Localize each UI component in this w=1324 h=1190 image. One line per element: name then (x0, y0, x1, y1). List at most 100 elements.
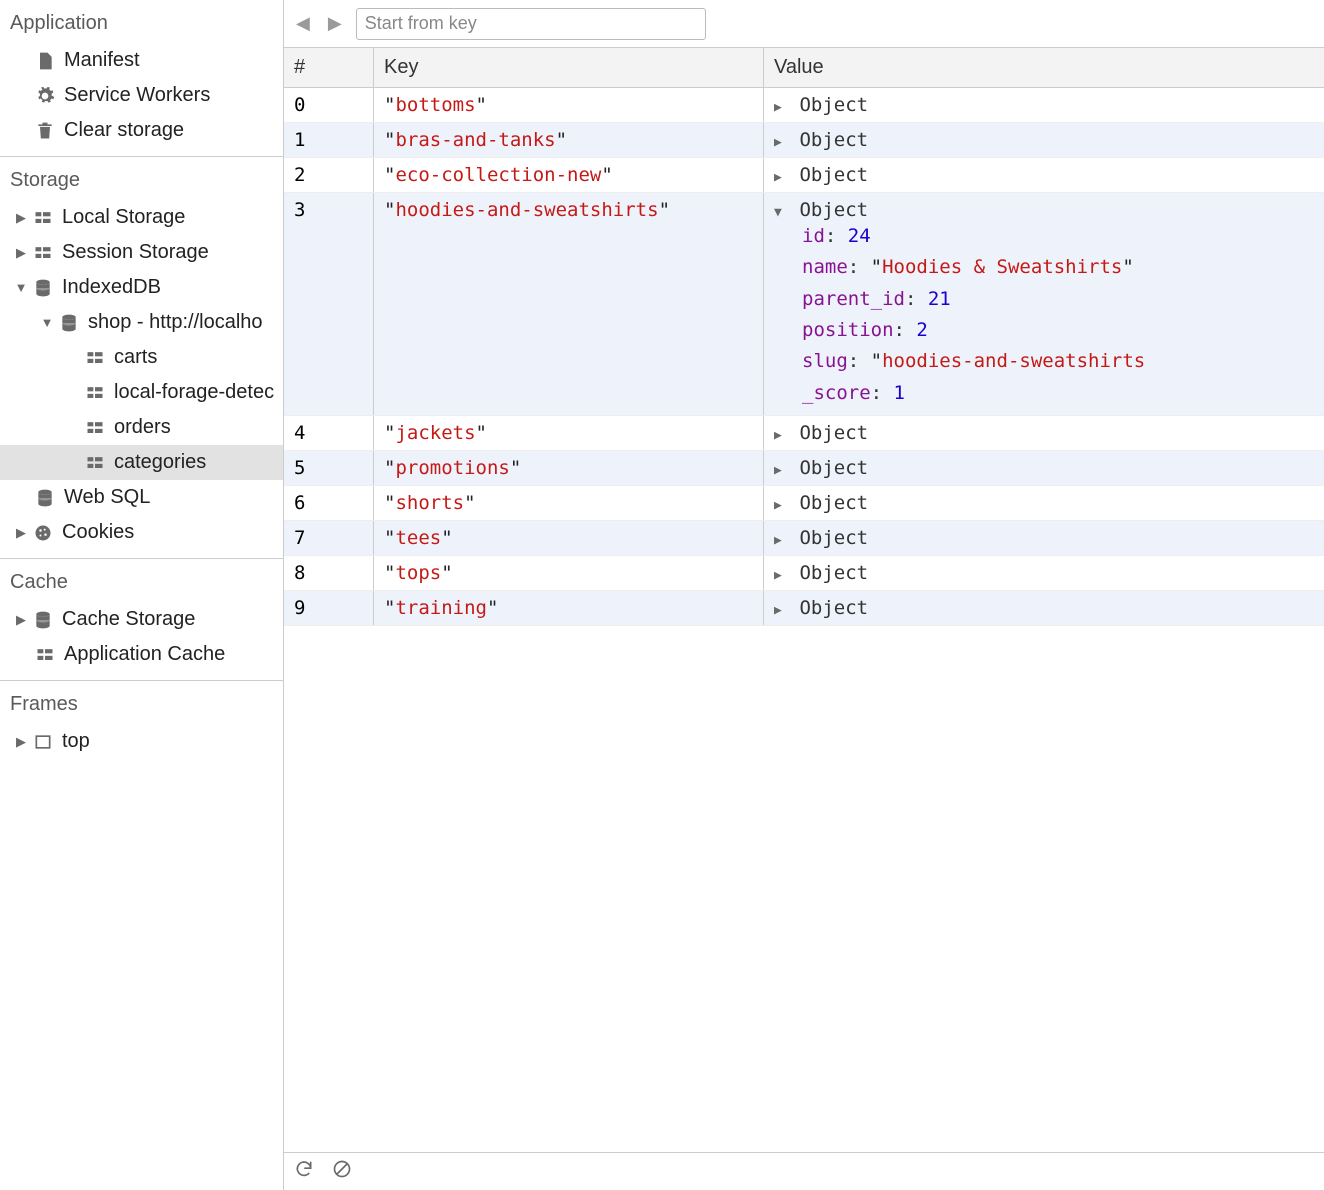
row-value[interactable]: ▼ Objectid: 24name: "Hoodies & Sweatshir… (764, 193, 1324, 415)
db-icon (34, 487, 56, 509)
chevron-right-icon[interactable]: ▶ (774, 568, 786, 583)
grid-icon (84, 347, 106, 369)
row-value[interactable]: ▶ Object (764, 88, 1324, 122)
sidebar-item-manifest[interactable]: Manifest (0, 43, 283, 78)
column-header-key[interactable]: Key (374, 48, 764, 87)
row-index: 1 (284, 123, 374, 157)
grid-icon (32, 207, 54, 229)
sidebar-item-service-workers[interactable]: Service Workers (0, 78, 283, 113)
row-value[interactable]: ▶ Object (764, 556, 1324, 590)
chevron-down-icon[interactable]: ▼ (774, 205, 786, 220)
column-header-value[interactable]: Value (764, 48, 1324, 87)
sidebar-item-clear-storage[interactable]: Clear storage (0, 113, 283, 148)
row-key: "shorts" (374, 486, 764, 520)
chevron-right-icon[interactable]: ▶ (774, 100, 786, 115)
sidebar-item-local-storage[interactable]: ▶Local Storage (0, 200, 283, 235)
sidebar-item-top[interactable]: ▶ top (0, 724, 283, 759)
sidebar-item-label: Cache Storage (62, 608, 195, 631)
cookie-icon (32, 522, 54, 544)
sidebar-item-label: local-forage-detec (114, 381, 274, 404)
sidebar-item-label: Session Storage (62, 241, 209, 264)
row-value[interactable]: ▶ Object (764, 451, 1324, 485)
chevron-right-icon[interactable]: ▶ (14, 210, 28, 226)
table-row[interactable]: 6"shorts"▶ Object (284, 486, 1324, 521)
sidebar-item-application-cache[interactable]: Application Cache (0, 637, 283, 672)
chevron-down-icon[interactable]: ▼ (14, 280, 28, 295)
row-key: "promotions" (374, 451, 764, 485)
row-index: 8 (284, 556, 374, 590)
chevron-right-icon[interactable]: ▶ (14, 612, 28, 628)
sidebar-item-label: carts (114, 346, 157, 369)
sidebar-item-cookies[interactable]: ▶Cookies (0, 515, 283, 550)
chevron-down-icon[interactable]: ▼ (40, 315, 54, 330)
row-index: 0 (284, 88, 374, 122)
table-row[interactable]: 5"promotions"▶ Object (284, 451, 1324, 486)
section-title: Storage (0, 157, 283, 200)
chevron-right-icon[interactable]: ▶ (774, 533, 786, 548)
refresh-icon[interactable] (294, 1159, 314, 1185)
sidebar-item-cache-storage[interactable]: ▶ Cache Storage (0, 602, 283, 637)
object-property: position: 2 (802, 315, 1314, 346)
sidebar-item-label: categories (114, 451, 206, 474)
table-row[interactable]: 7"tees"▶ Object (284, 521, 1324, 556)
search-input[interactable] (356, 8, 706, 40)
chevron-right-icon[interactable]: ▶ (774, 463, 786, 478)
sidebar-item-local-forage-detec[interactable]: local-forage-detec (0, 375, 283, 410)
table-row[interactable]: 0"bottoms"▶ Object (284, 88, 1324, 123)
row-key: "tees" (374, 521, 764, 555)
row-value[interactable]: ▶ Object (764, 158, 1324, 192)
sidebar-item-indexeddb[interactable]: ▼ IndexedDB (0, 270, 283, 305)
sidebar-item-label: IndexedDB (62, 276, 161, 299)
grid-icon (34, 644, 56, 666)
row-index: 7 (284, 521, 374, 555)
table-row[interactable]: 1"bras-and-tanks"▶ Object (284, 123, 1324, 158)
table-row[interactable]: 4"jackets"▶ Object (284, 416, 1324, 451)
grid-icon (84, 382, 106, 404)
object-property: parent_id: 21 (802, 284, 1314, 315)
chevron-right-icon[interactable]: ▶ (774, 498, 786, 513)
table-row[interactable]: 8"tops"▶ Object (284, 556, 1324, 591)
table-row[interactable]: 3"hoodies-and-sweatshirts"▼ Objectid: 24… (284, 193, 1324, 416)
sidebar-item-shop-http-localho[interactable]: ▼shop - http://localho (0, 305, 283, 340)
row-value[interactable]: ▶ Object (764, 123, 1324, 157)
sidebar-item-carts[interactable]: carts (0, 340, 283, 375)
chevron-right-icon[interactable]: ▶ (774, 428, 786, 443)
sidebar-item-categories[interactable]: categories (0, 445, 283, 480)
row-value[interactable]: ▶ Object (764, 416, 1324, 450)
section-title: Application (0, 0, 283, 43)
row-index: 5 (284, 451, 374, 485)
sidebar-item-label: top (62, 730, 90, 753)
row-index: 2 (284, 158, 374, 192)
statusbar (284, 1152, 1324, 1190)
nav-forward-button[interactable]: ▶ (324, 9, 346, 38)
frame-icon (32, 731, 54, 753)
toolbar: ◀ ▶ (284, 0, 1324, 48)
data-table: # Key Value 0"bottoms"▶ Object1"bras-and… (284, 48, 1324, 1152)
sidebar-item-label: Clear storage (64, 119, 184, 142)
chevron-right-icon[interactable]: ▶ (14, 525, 28, 541)
row-value[interactable]: ▶ Object (764, 486, 1324, 520)
row-index: 9 (284, 591, 374, 625)
chevron-right-icon[interactable]: ▶ (14, 245, 28, 261)
table-header: # Key Value (284, 48, 1324, 88)
row-key: "hoodies-and-sweatshirts" (374, 193, 764, 415)
cancel-icon[interactable] (332, 1159, 352, 1185)
object-property: _score: 1 (802, 378, 1314, 409)
row-key: "training" (374, 591, 764, 625)
table-row[interactable]: 2"eco-collection-new"▶ Object (284, 158, 1324, 193)
sidebar-item-session-storage[interactable]: ▶ Session Storage (0, 235, 283, 270)
main-panel: ◀ ▶ # Key Value 0"bottoms"▶ Object1"bras… (284, 0, 1324, 1190)
chevron-right-icon[interactable]: ▶ (14, 734, 28, 750)
sidebar: ApplicationManifestService Workers Clear … (0, 0, 284, 1190)
column-header-index[interactable]: # (284, 48, 374, 87)
nav-back-button[interactable]: ◀ (292, 9, 314, 38)
grid-icon (84, 452, 106, 474)
row-value[interactable]: ▶ Object (764, 521, 1324, 555)
chevron-right-icon[interactable]: ▶ (774, 170, 786, 185)
sidebar-item-orders[interactable]: orders (0, 410, 283, 445)
table-row[interactable]: 9"training"▶ Object (284, 591, 1324, 626)
chevron-right-icon[interactable]: ▶ (774, 135, 786, 150)
sidebar-item-web-sql[interactable]: Web SQL (0, 480, 283, 515)
chevron-right-icon[interactable]: ▶ (774, 603, 786, 618)
row-value[interactable]: ▶ Object (764, 591, 1324, 625)
